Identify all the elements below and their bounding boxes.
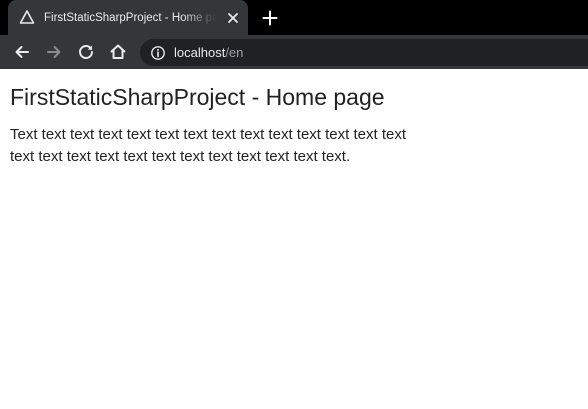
tab-title: FirstStaticSharpProject - Home page <box>44 12 216 24</box>
page-paragraph: Text text text text text text text text … <box>10 126 406 165</box>
home-icon[interactable] <box>108 42 128 62</box>
arrow-right-icon[interactable] <box>44 42 64 62</box>
info-icon[interactable] <box>150 45 166 61</box>
triangle-icon <box>19 9 35 25</box>
browser-window: FirstStaticSharpProject - Home page loca… <box>0 0 588 409</box>
plus-icon[interactable] <box>260 8 280 28</box>
navigation-toolbar: localhost/en <box>0 35 588 69</box>
close-icon[interactable] <box>225 10 241 26</box>
page-content: FirstStaticSharpProject - Home page Text… <box>0 69 588 409</box>
url-path: /en <box>225 45 244 60</box>
tab-strip: FirstStaticSharpProject - Home page <box>0 0 588 35</box>
tab-home-page[interactable]: FirstStaticSharpProject - Home page <box>8 0 248 35</box>
reload-icon[interactable] <box>76 42 96 62</box>
address-bar[interactable]: localhost/en <box>140 39 588 66</box>
page-title: FirstStaticSharpProject - Home page <box>10 84 385 110</box>
arrow-left-icon[interactable] <box>12 42 32 62</box>
url-text: localhost/en <box>174 45 243 61</box>
url-host: localhost <box>174 45 226 60</box>
